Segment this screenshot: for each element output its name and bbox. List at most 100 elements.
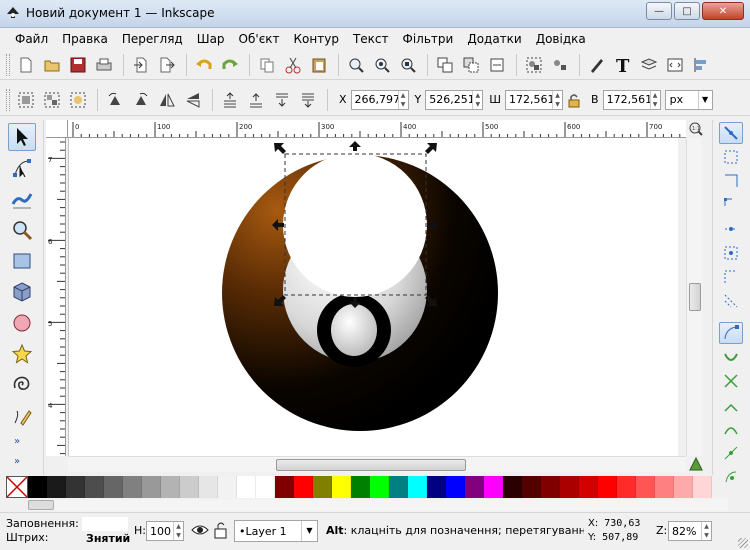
color-swatch[interactable]: [161, 476, 180, 498]
opacity-spin-arrows[interactable]: ▲ ▼: [173, 522, 183, 540]
undo-icon[interactable]: [192, 53, 216, 77]
unlocked-icon[interactable]: [214, 521, 228, 539]
color-swatch[interactable]: [693, 476, 712, 498]
color-swatch[interactable]: [522, 476, 541, 498]
snap-nodes-icon[interactable]: [719, 322, 743, 344]
color-swatch[interactable]: [313, 476, 332, 498]
snap-bbox-center-icon[interactable]: [719, 242, 743, 264]
zoom-selection-icon[interactable]: [344, 53, 368, 77]
zoom-page-icon[interactable]: [396, 53, 420, 77]
select-all-layers-icon[interactable]: [40, 88, 64, 112]
snap-grid-icon[interactable]: [719, 290, 743, 312]
color-swatch[interactable]: [465, 476, 484, 498]
color-swatch[interactable]: [28, 476, 47, 498]
color-management-icon[interactable]: [686, 456, 706, 472]
eye-icon[interactable]: [191, 522, 209, 538]
snap-bbox-icon[interactable]: [719, 146, 743, 168]
unlink-clone-icon[interactable]: [485, 53, 509, 77]
menu-view[interactable]: Перегляд: [115, 29, 190, 49]
horizontal-scroll-thumb[interactable]: [276, 459, 466, 471]
x-spin-arrows[interactable]: ▲ ▼: [397, 90, 408, 109]
color-swatch[interactable]: [351, 476, 370, 498]
width-spinbox[interactable]: ▲▼: [505, 89, 564, 110]
select-all-icon[interactable]: [14, 88, 38, 112]
color-swatch[interactable]: [636, 476, 655, 498]
menu-path[interactable]: Контур: [287, 29, 346, 49]
zoom-correction-icon[interactable]: 1:1: [686, 120, 706, 138]
lower-to-bottom-icon[interactable]: [296, 88, 320, 112]
color-swatch[interactable]: [123, 476, 142, 498]
selector-tool-icon[interactable]: [8, 123, 36, 151]
menu-file[interactable]: Файл: [8, 29, 55, 49]
palette-scrollbar[interactable]: [28, 499, 728, 511]
align-distribute-icon[interactable]: [689, 53, 713, 77]
color-swatch[interactable]: [617, 476, 636, 498]
tweak-tool-icon[interactable]: [8, 185, 36, 213]
opacity-spinbox[interactable]: ▲▼: [146, 521, 184, 541]
palette-scroll-thumb[interactable]: [28, 500, 54, 510]
menu-help[interactable]: Довідка: [529, 29, 593, 49]
paste-icon[interactable]: [307, 53, 331, 77]
color-swatch[interactable]: [427, 476, 446, 498]
deselect-icon[interactable]: [66, 88, 90, 112]
layer-select[interactable]: •Layer 1 ▼: [234, 520, 318, 542]
color-swatch[interactable]: [142, 476, 161, 498]
snap-path-intersection-icon[interactable]: [719, 370, 743, 392]
group-icon[interactable]: [522, 53, 546, 77]
zoom-spinbox[interactable]: ▲▼: [668, 521, 712, 541]
height-spinbox[interactable]: ▲▼: [602, 89, 661, 110]
snap-bbox-midpoint-icon[interactable]: [719, 218, 743, 240]
height-input[interactable]: [603, 90, 650, 109]
color-swatch[interactable]: [446, 476, 465, 498]
fill-swatch[interactable]: [82, 517, 128, 531]
horizontal-scrollbar[interactable]: [68, 456, 686, 472]
vertical-scrollbar[interactable]: [686, 138, 702, 456]
stroke-value[interactable]: Знятий: [86, 532, 130, 545]
clone-icon[interactable]: [459, 53, 483, 77]
rotate-cw-icon[interactable]: [129, 88, 153, 112]
snap-path-icon[interactable]: [719, 346, 743, 368]
menu-filters[interactable]: Фільтри: [396, 29, 461, 49]
snap-bbox-edge-icon[interactable]: [719, 170, 743, 192]
snap-cusp-nodes-icon[interactable]: [719, 394, 743, 416]
open-folder-icon[interactable]: [40, 53, 64, 77]
maximize-button[interactable]: □: [674, 2, 700, 20]
spiral-tool-icon[interactable]: [8, 371, 36, 399]
color-swatch[interactable]: [85, 476, 104, 498]
save-icon[interactable]: [66, 53, 90, 77]
star-tool-icon[interactable]: [8, 340, 36, 368]
toolbar-grip[interactable]: [6, 88, 10, 111]
lower-icon[interactable]: [270, 88, 294, 112]
flip-horizontal-icon[interactable]: [155, 88, 179, 112]
color-swatch[interactable]: [256, 476, 275, 498]
opacity-input[interactable]: [147, 522, 173, 540]
snap-bbox-corner-icon[interactable]: [719, 194, 743, 216]
vertical-scroll-thumb[interactable]: [689, 283, 701, 311]
color-swatch[interactable]: [598, 476, 617, 498]
x-spinbox[interactable]: ▲▼: [350, 89, 409, 110]
y-input[interactable]: [426, 90, 473, 109]
drawing-canvas[interactable]: [68, 138, 678, 456]
no-paint-swatch[interactable]: [6, 476, 28, 498]
zoom-drawing-icon[interactable]: [370, 53, 394, 77]
ellipse-tool-icon[interactable]: [8, 309, 36, 337]
print-icon[interactable]: [92, 53, 116, 77]
color-swatch[interactable]: [218, 476, 237, 498]
minimize-button[interactable]: —: [646, 2, 672, 20]
zoom-input[interactable]: [669, 522, 701, 540]
color-swatch[interactable]: [674, 476, 693, 498]
color-swatch[interactable]: [104, 476, 123, 498]
close-button[interactable]: ✕: [702, 2, 744, 20]
cut-icon[interactable]: [281, 53, 305, 77]
new-document-icon[interactable]: [14, 53, 38, 77]
color-swatch[interactable]: [66, 476, 85, 498]
color-swatch[interactable]: [332, 476, 351, 498]
y-spin-arrows[interactable]: ▲ ▼: [472, 90, 482, 109]
white-circle-selected[interactable]: [283, 153, 427, 297]
fill-stroke-icon[interactable]: [585, 53, 609, 77]
raise-icon[interactable]: [244, 88, 268, 112]
width-input[interactable]: [506, 90, 553, 109]
color-swatch[interactable]: [47, 476, 66, 498]
menu-text[interactable]: Текст: [346, 29, 396, 49]
snap-midpoints-icon[interactable]: [719, 442, 743, 464]
